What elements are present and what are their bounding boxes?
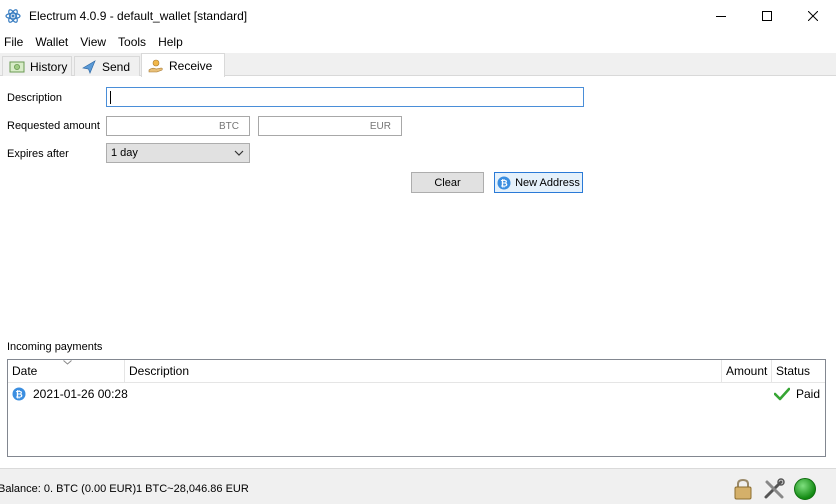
expires-label: Expires after	[7, 148, 69, 160]
tools-icon	[764, 478, 785, 499]
title-bar: Electrum 4.0.9 - default_wallet [standar…	[0, 0, 836, 32]
balance-text: Balance: 0. BTC (0.00 EUR)	[0, 483, 137, 495]
chevron-down-icon	[234, 150, 244, 156]
menu-help[interactable]: Help	[153, 33, 188, 52]
payment-status: Paid	[796, 387, 821, 401]
network-status-button[interactable]	[793, 477, 817, 501]
clear-button[interactable]: Clear	[411, 172, 484, 193]
menu-file[interactable]: File	[0, 33, 28, 52]
column-header-amount[interactable]: Amount	[722, 360, 772, 383]
receive-icon	[148, 59, 164, 73]
tab-history[interactable]: History	[2, 56, 72, 76]
tab-send[interactable]: Send	[74, 56, 140, 76]
menu-tools[interactable]: Tools	[113, 33, 151, 52]
tab-history-label: History	[30, 59, 68, 74]
maximize-button[interactable]	[744, 0, 790, 32]
incoming-payments-label: Incoming payments	[7, 341, 103, 353]
menu-bar: File Wallet View Tools Help	[0, 33, 190, 52]
table-row[interactable]: ₿ 2021-01-26 00:28 Paid	[8, 384, 825, 404]
eur-amount-input[interactable]: EUR	[258, 116, 402, 136]
electrum-atom-icon	[5, 8, 21, 24]
svg-text:₿: ₿	[500, 178, 507, 189]
send-icon	[81, 59, 97, 74]
minimize-icon	[716, 16, 726, 17]
expires-select[interactable]: 1 day	[106, 143, 250, 163]
menu-wallet[interactable]: Wallet	[30, 33, 73, 52]
password-lock-button[interactable]	[731, 477, 755, 501]
btc-unit-label: BTC	[219, 121, 239, 132]
column-header-status[interactable]: Status	[772, 360, 825, 383]
new-address-button[interactable]: ₿ New Address	[494, 172, 583, 193]
menu-view[interactable]: View	[75, 33, 111, 52]
btc-amount-input[interactable]: BTC	[106, 116, 250, 136]
close-icon	[808, 11, 818, 21]
expires-value: 1 day	[111, 147, 138, 159]
text-caret	[110, 91, 111, 104]
lock-icon	[734, 478, 752, 500]
window-title: Electrum 4.0.9 - default_wallet [standar…	[29, 9, 248, 23]
column-header-description[interactable]: Description	[125, 360, 722, 383]
tab-receive[interactable]: Receive	[141, 53, 225, 77]
sort-indicator-icon	[63, 360, 72, 365]
eur-unit-label: EUR	[369, 121, 391, 132]
tab-receive-label: Receive	[169, 58, 213, 73]
description-label: Description	[7, 92, 63, 104]
bitcoin-icon: ₿	[497, 176, 511, 189]
preferences-button[interactable]	[762, 477, 786, 501]
table-header: Date Description Amount Status	[8, 360, 825, 383]
close-button[interactable]	[790, 0, 836, 32]
exchange-rate-text: 1 BTC~28,046.86 EUR	[136, 483, 249, 495]
incoming-payments-table: Date Description Amount Status ₿ 2021-01…	[7, 359, 826, 457]
minimize-button[interactable]	[698, 0, 744, 32]
description-input[interactable]	[106, 87, 584, 107]
requested-amount-label: Requested amount	[7, 120, 100, 132]
payment-date: 2021-01-26 00:28	[33, 387, 128, 401]
column-header-date[interactable]: Date	[8, 360, 125, 383]
status-bar: Balance: 0. BTC (0.00 EUR) 1 BTC~28,046.…	[0, 468, 836, 504]
bitcoin-icon: ₿	[12, 387, 26, 401]
clear-button-label: Clear	[434, 176, 461, 189]
new-address-button-label: New Address	[515, 176, 580, 189]
tab-bar: History Send Receive	[0, 53, 836, 77]
tab-send-label: Send	[102, 59, 131, 74]
checkmark-icon	[774, 387, 790, 401]
svg-text:₿: ₿	[15, 390, 22, 401]
history-icon	[9, 60, 25, 74]
network-status-icon	[794, 478, 816, 500]
maximize-icon	[762, 11, 772, 21]
